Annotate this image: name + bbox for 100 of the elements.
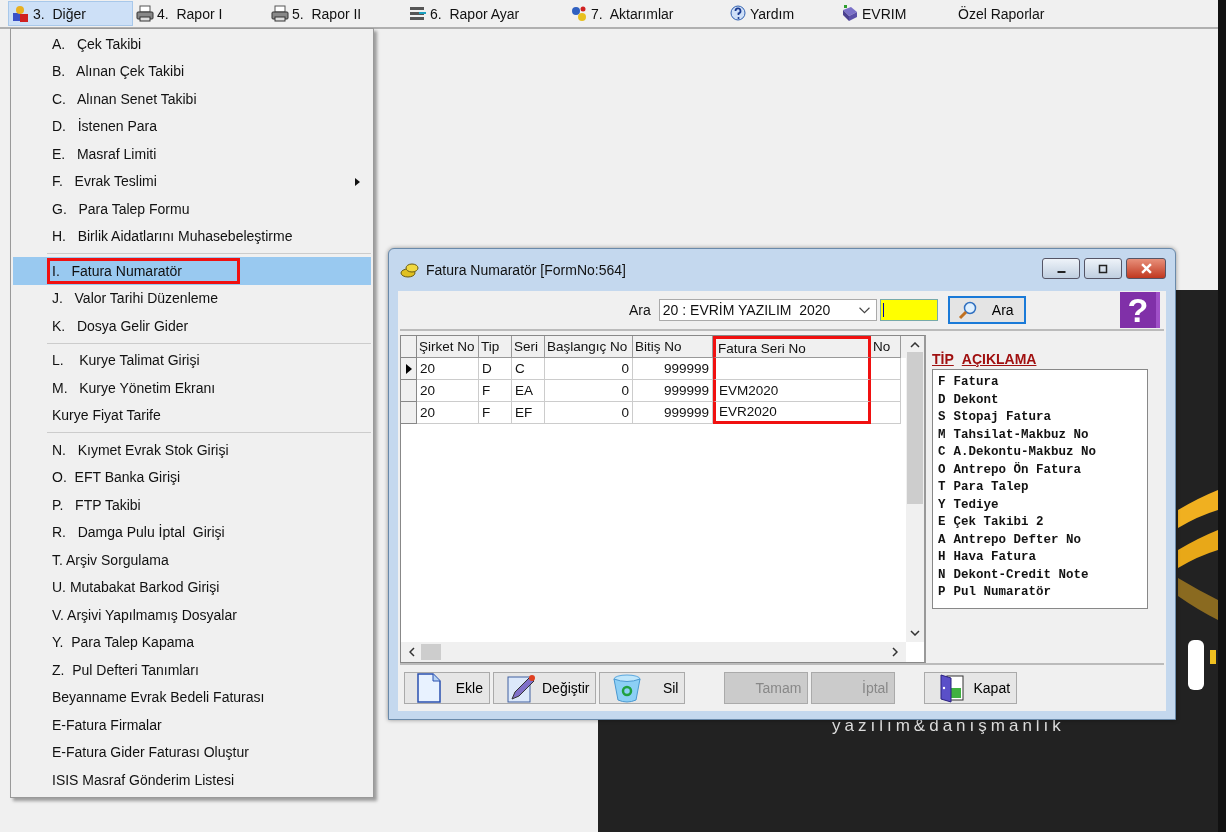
legend-code: D [938,391,946,409]
table-cell: 20 [417,402,479,424]
gears-icon [570,4,588,23]
menu-item[interactable]: J. Valor Tarihi Düzenleme [13,284,371,312]
legend-text: Dekont-Credit Note [953,566,1089,584]
legend-code: F [938,374,946,391]
chevron-down-icon [910,630,920,636]
search-field[interactable] [879,299,938,321]
page-icon [417,673,441,703]
horizontal-scrollbar[interactable] [401,642,906,662]
chevron-down-icon [858,306,870,314]
help-button[interactable]: ? [1120,292,1160,328]
table-cell: EVM2020 [713,380,871,402]
menu-item[interactable]: M. Kurye Yönetim Ekranı [13,374,371,402]
legend-text: Tediye [953,496,999,514]
row-header[interactable] [401,358,417,380]
action-button[interactable]: Ekle [404,672,490,704]
menu-item[interactable]: Z. Pul Defteri Tanımları [13,656,371,684]
printer-icon [271,4,289,23]
menu-item[interactable]: Y. Para Talep Kapama [13,628,371,656]
legend-code: S [938,409,946,426]
scroll-thumb[interactable] [421,644,441,660]
legend-code: E [938,514,946,531]
table-cell: 999999 [633,380,713,402]
legend-text: Tahsilat-Makbuz No [953,426,1089,444]
column-header[interactable]: Başlangıç No [545,336,633,358]
book-icon [841,4,859,23]
menu-item[interactable]: K. Dosya Gelir Gider [13,312,371,340]
menu-item[interactable]: E-Fatura Gider Faturası Oluştur [13,738,371,766]
menu-item[interactable]: B. Alınan Çek Takibi [13,57,371,85]
column-header[interactable]: No [871,336,901,358]
menu-item[interactable]: A. Çek Takibi [13,30,371,58]
tagline: yazılım&danışmanlık [832,716,1065,736]
menu-bar-item[interactable]: 6. Rapor Ayar [406,1,567,26]
column-header[interactable]: Fatura Seri No [713,336,871,358]
menu-bar-item[interactable]: 4. Rapor I [133,1,268,26]
legend-text: Para Talep [953,479,1029,496]
current-row-icon [405,363,412,374]
menu-item[interactable]: L. Kurye Talimat Girişi [13,346,371,374]
legend-code: P [938,584,946,601]
minimize-button[interactable] [1042,258,1080,279]
menu-item[interactable]: P. FTP Takibi [13,491,371,519]
menu-item[interactable]: Kurye Fiyat Tarife [13,401,371,429]
menu-item[interactable]: T. Arşiv Sorgulama [13,546,371,574]
column-header[interactable]: Seri [512,336,545,358]
legend-text: Stopaj Fatura [953,409,1052,426]
action-button[interactable]: Değiştir [493,672,597,704]
menu-item[interactable]: D. İstenen Para [13,112,371,140]
menu-item[interactable]: O. EFT Banka Girişi [13,463,371,491]
action-button[interactable]: Kapat [924,672,1018,704]
company-dropdown[interactable]: 20 : EVRİM YAZILIM 2020 [658,299,877,321]
menu-bar-item[interactable]: 5. Rapor II [268,1,406,26]
close-icon [1140,263,1152,274]
menu-bar-label: Özel Raporlar [958,5,1045,22]
menu-item[interactable]: U. Mutabakat Barkod Girişi [13,573,371,601]
menu-item[interactable]: R. Damga Pulu İptal Girişi [13,518,371,546]
menu-item[interactable]: E-Fatura Firmalar [13,711,371,739]
menu-bar-label: 3. Diğer [33,5,86,22]
legend-text: Antrepo Ön Fatura [953,461,1082,479]
menu-bar-label: 5. Rapor II [292,5,362,22]
menu-item[interactable]: G. Para Talep Formu [13,195,371,223]
chevron-right-icon [892,647,898,657]
menu-item[interactable]: ISIS Masraf Gönderim Listesi [13,766,371,794]
menu-item[interactable]: C. Alınan Senet Takibi [13,85,371,113]
action-button[interactable]: Sil [599,672,686,704]
legend-text: A.Dekontu-Makbuz No [953,444,1097,461]
table-cell: EF [512,402,545,424]
menu-item[interactable]: N. Kıymet Evrak Stok Girişi [13,436,371,464]
table-cell: D [479,358,512,380]
menu-bar-item[interactable]: 7. Aktarımlar [567,1,726,26]
maximize-button[interactable] [1084,258,1122,279]
legend-text: Hava Fatura [953,549,1037,566]
menu-item[interactable]: F. Evrak Teslimi [13,167,371,195]
blocks-icon [12,4,30,23]
menu-item[interactable]: Beyanname Evrak Bedeli Faturası [13,683,371,711]
menu-bar-item[interactable]: Özel Raporlar [955,1,1075,26]
column-header[interactable]: Şirket No [417,336,479,358]
legend-text: Pul Numaratör [953,584,1052,601]
menu-bar-item[interactable]: Yardım [726,1,838,26]
column-header[interactable]: Tip [479,336,512,358]
stack-icon [409,4,427,23]
menu-item[interactable]: E. Masraf Limiti [13,140,371,168]
search-button[interactable]: Ara [947,296,1026,324]
menu-item[interactable]: I. Fatura Numaratör [13,257,371,285]
menu-item[interactable]: V. Arşivi Yapılmamış Dosyalar [13,601,371,629]
table-cell: 20 [417,358,479,380]
menu-bar-item[interactable]: 3. Diğer [8,1,133,26]
legend-text: Fatura [953,374,999,391]
printer-icon [136,4,154,23]
menu-bar-label: Yardım [750,5,795,22]
menu-bar-item[interactable]: EVRIM [838,1,955,26]
table-cell: 0 [545,402,633,424]
legend-code: O [938,461,946,479]
menu-item[interactable]: H. Birlik Aidatlarını Muhasebeleştirme [13,222,371,250]
legend-code: M [938,426,946,444]
close-button[interactable] [1126,258,1166,279]
scroll-thumb[interactable] [907,352,923,504]
vertical-scrollbar[interactable] [906,336,924,642]
column-header[interactable]: Bitiş No [633,336,713,358]
table-cell: 999999 [633,358,713,380]
